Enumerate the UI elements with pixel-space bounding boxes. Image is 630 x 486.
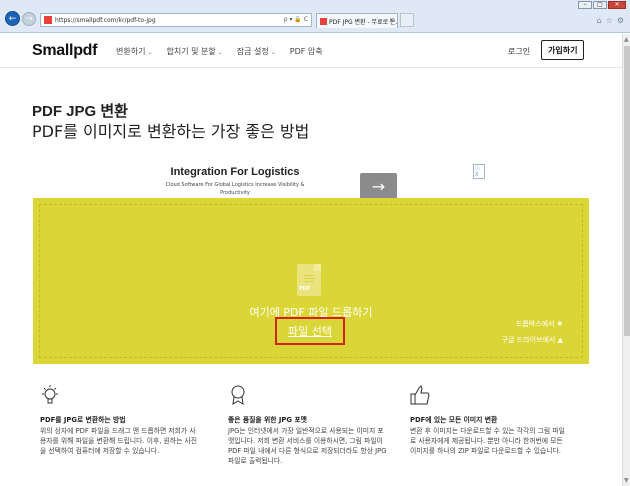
feature-desc: 위의 상자에 PDF 파일을 드래그 앤 드롭하면 저희가 사용자를 위해 파일… — [40, 427, 198, 455]
address-bar[interactable]: https://smallpdf.com/kr/pdf-to-jpg ρ ▾ 🔒… — [40, 13, 312, 27]
icon-line — [304, 275, 314, 276]
feature-quality: 좋은 품질을 위한 JPG 포맷 JPG는 인터넷에서 가장 일반적으로 사용되… — [228, 384, 388, 466]
back-arrow-icon[interactable]: ← — [5, 11, 20, 26]
main-menu: 변환하기 ⌄ 합치기 및 분할 ⌄ 잠금 설정 ⌄ PDF 압축 — [116, 46, 323, 57]
file-corner — [314, 264, 321, 271]
menu-item-compress[interactable]: PDF 압축 — [290, 46, 323, 57]
google-drive-label: 구글 드라이브에서 — [501, 336, 556, 344]
menu-item-merge-split[interactable]: 합치기 및 분할 ⌄ — [166, 46, 222, 57]
site-header: Smallpdf 변환하기 ⌄ 합치기 및 분할 ⌄ 잠금 설정 ⌄ PDF 압축 로… — [0, 34, 622, 68]
chevron-down-icon: ⌄ — [270, 49, 276, 56]
dropbox-link[interactable]: 드롭박스에서 ❖ — [516, 319, 563, 329]
google-drive-link[interactable]: 구글 드라이브에서 ▲ — [502, 335, 563, 345]
chevron-down-icon: ⌄ — [147, 49, 153, 56]
dropbox-icon: ❖ — [556, 320, 563, 328]
scrollbar-thumb[interactable] — [624, 46, 630, 336]
tab-title: PDF JPG 변환 - 무료로 온... — [329, 18, 398, 26]
menu-label: 잠금 설정 — [236, 47, 269, 56]
ad-arrow-button[interactable]: → — [360, 173, 397, 200]
menu-label: 변환하기 — [116, 47, 146, 56]
feature-title: PDF를 JPG로 변환하는 방법 — [40, 416, 126, 424]
thumbs-up-icon — [410, 385, 430, 405]
menu-label: PDF 압축 — [289, 47, 323, 56]
feature-all-images: PDF에 있는 모든 이미지 변환 변환 후 이미지는 다운로드할 수 있는 각… — [410, 384, 570, 456]
tab-favicon-icon — [320, 17, 327, 25]
close-icon[interactable]: ✕ — [608, 1, 626, 9]
chevron-down-icon: ⌄ — [217, 49, 223, 56]
menu-item-protect[interactable]: 잠금 설정 ⌄ — [237, 46, 276, 57]
minimize-icon[interactable]: – — [578, 1, 592, 9]
menu-label: 합치기 및 분할 — [166, 47, 216, 56]
address-tools[interactable]: ρ ▾ 🔒 C — [284, 16, 308, 23]
favicon-icon — [44, 16, 52, 24]
pdf-icon-label: PDF — [299, 286, 311, 292]
signup-button[interactable]: 가입하기 — [541, 40, 585, 60]
scroll-up-icon[interactable]: ▲ — [624, 36, 629, 43]
feature-how-to: PDF를 JPG로 변환하는 방법 위의 상자에 PDF 파일을 드래그 앤 드… — [40, 384, 200, 456]
window-controls: – □ ✕ — [578, 1, 626, 9]
choose-file-button[interactable]: 파일 선택 — [275, 317, 345, 345]
home-icon[interactable]: ⌂ — [597, 16, 602, 25]
ad-title: Integration For Logistics — [170, 166, 300, 178]
icon-line — [304, 278, 314, 279]
feature-title: PDF에 있는 모든 이미지 변환 — [410, 416, 498, 424]
file-dropzone[interactable]: PDF 여기에 PDF 파일 드롭하기 파일 선택 드롭박스에서 ❖ 구글 드라… — [33, 198, 589, 364]
maximize-icon[interactable]: □ — [593, 1, 607, 9]
favorites-star-icon[interactable]: ☆ — [606, 16, 613, 25]
page-viewport: Smallpdf 변환하기 ⌄ 합치기 및 분할 ⌄ 잠금 설정 ⌄ PDF 압축 로… — [0, 34, 622, 486]
forward-arrow-icon[interactable]: → — [22, 12, 36, 26]
award-ribbon-icon — [231, 385, 245, 405]
page-scrollbar[interactable]: ▲ ▼ — [622, 34, 630, 486]
pdf-file-icon: PDF — [297, 264, 321, 296]
browser-tools: ⌂ ☆ ⚙ — [597, 16, 624, 25]
menu-item-convert[interactable]: 변환하기 ⌄ — [116, 46, 152, 57]
login-link[interactable]: 로그인 — [508, 46, 530, 57]
page-subtitle: PDF를 이미지로 변환하는 가장 좋은 방법 — [32, 122, 310, 141]
address-url: https://smallpdf.com/kr/pdf-to-jpg — [55, 16, 156, 24]
ad-subtitle: Cloud Software For Global Logistics Incr… — [165, 182, 305, 196]
settings-gear-icon[interactable]: ⚙ — [617, 16, 624, 25]
site-logo[interactable]: Smallpdf — [32, 42, 97, 60]
feature-title: 좋은 품질을 위한 JPG 포맷 — [228, 416, 307, 424]
browser-tab[interactable]: PDF JPG 변환 - 무료로 온... ✕ — [316, 13, 398, 28]
icon-line — [304, 281, 314, 282]
scroll-down-icon[interactable]: ▼ — [624, 477, 629, 484]
tab-close-icon[interactable]: ✕ — [389, 17, 394, 24]
ad-choices-icon[interactable]: ⓘ X — [473, 164, 485, 179]
lightbulb-icon — [42, 385, 58, 404]
browser-chrome: – □ ✕ ← → https://smallpdf.com/kr/pdf-to… — [0, 0, 630, 33]
google-drive-icon: ▲ — [557, 336, 563, 344]
feature-desc: 변환 후 이미지는 다운로드할 수 있는 각각의 그림 파일로 사용자에게 제공… — [410, 427, 565, 455]
feature-desc: JPG는 인터넷에서 가장 일반적으로 사용되는 이미지 포맷입니다. 저희 변… — [228, 427, 387, 465]
new-tab-button[interactable] — [400, 13, 414, 27]
dropbox-label: 드롭박스에서 — [515, 320, 555, 328]
